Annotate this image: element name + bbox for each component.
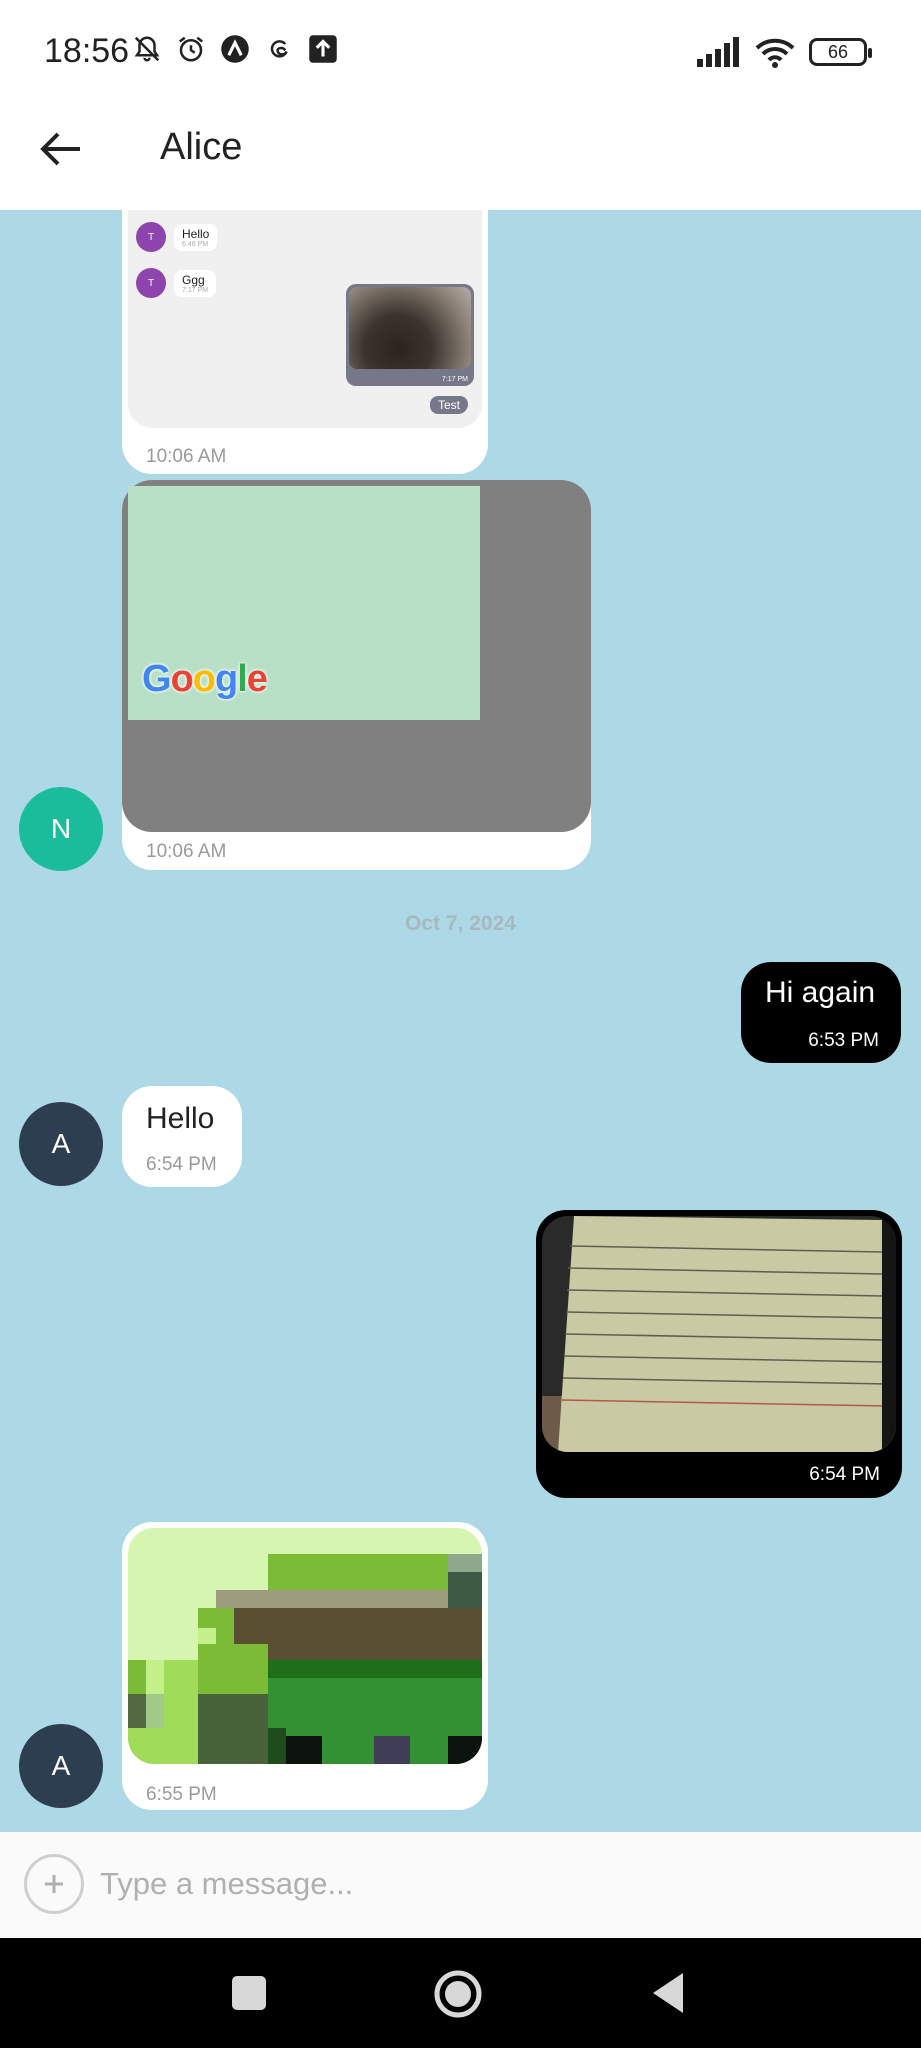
preview-test-tag: Test: [430, 396, 469, 414]
status-bar: 18:56 66: [0, 0, 921, 104]
preview-photo: [349, 287, 471, 369]
preview-avatar: T: [136, 222, 166, 252]
signal-icon: [697, 37, 739, 67]
message-text: Hello: [146, 1102, 215, 1135]
message-time: 10:06 AM: [146, 446, 227, 467]
message-time: 10:06 AM: [146, 841, 227, 862]
bell-off-icon: [130, 32, 164, 66]
pixel-art: [128, 1528, 482, 1764]
message-list[interactable]: T Hello 6:46 PM T Ggg 7:17 PM 7:17 PM Te…: [0, 210, 921, 1832]
status-system-icons: 66: [697, 36, 872, 68]
preview-row: T Ggg 7:17 PM: [136, 268, 217, 298]
google-logo: Google: [142, 658, 268, 700]
incoming-photo-message[interactable]: 6:55 PM: [122, 1522, 488, 1810]
screenshot-image: T Hello 6:46 PM T Ggg 7:17 PM 7:17 PM Te…: [128, 210, 482, 428]
back-button[interactable]: [644, 1968, 694, 2018]
preview-time: 7:17 PM: [182, 286, 209, 294]
message-time: 6:54 PM: [146, 1154, 217, 1175]
pixel-image: [128, 1528, 482, 1764]
chat-header: Alice: [0, 104, 921, 210]
message-time: 6:55 PM: [146, 1784, 217, 1805]
preview-photo-time: 7:17 PM: [441, 376, 468, 383]
status-time: 18:56: [44, 32, 130, 70]
system-navigation-bar: [0, 1938, 921, 2048]
add-attachment-button[interactable]: [24, 1854, 84, 1914]
square-icon: [232, 1976, 266, 2010]
map-image: Google: [122, 480, 591, 832]
map-tile: Google: [128, 486, 480, 720]
outgoing-photo-message[interactable]: 6:54 PM: [536, 1210, 902, 1498]
notepad-photo: [542, 1216, 896, 1452]
preview-text: Hello: [182, 226, 210, 241]
home-circle-icon: [434, 1970, 482, 2018]
preview-bubble: Ggg 7:17 PM: [174, 269, 217, 297]
message-time: 6:53 PM: [808, 1030, 879, 1051]
alarm-icon: [174, 32, 208, 66]
avatar[interactable]: N: [19, 787, 103, 871]
home-button[interactable]: [432, 1968, 484, 2020]
threads-icon: [262, 32, 296, 66]
back-arrow-icon[interactable]: [36, 124, 86, 174]
preview-text: Ggg: [182, 272, 205, 287]
recent-apps-button[interactable]: [224, 1968, 274, 2018]
upload-icon: [306, 32, 340, 66]
preview-bubble: Hello 6:46 PM: [174, 223, 218, 251]
screenshot-message[interactable]: T Hello 6:46 PM T Ggg 7:17 PM 7:17 PM Te…: [122, 210, 488, 474]
battery-indicator: 66: [809, 38, 872, 66]
avatar[interactable]: A: [19, 1102, 103, 1186]
message-input[interactable]: [100, 1856, 880, 1912]
date-separator: Oct 7, 2024: [405, 912, 516, 935]
message-composer: [0, 1832, 921, 1938]
message-photo: [542, 1216, 896, 1452]
incoming-message[interactable]: Hello 6:54 PM: [122, 1086, 242, 1187]
app-a-icon: [218, 32, 252, 66]
preview-photo-bubble: 7:17 PM: [346, 284, 474, 386]
status-notification-icons: [130, 32, 340, 66]
preview-avatar: T: [136, 268, 166, 298]
map-message[interactable]: Google 10:06 AM: [122, 480, 591, 870]
preview-row: T Hello 6:46 PM: [136, 222, 218, 252]
chat-title: Alice: [160, 126, 243, 168]
message-time: 6:54 PM: [809, 1464, 880, 1485]
message-text: Hi again: [765, 976, 876, 1009]
back-triangle-icon: [653, 1973, 683, 2013]
plus-icon: [45, 1875, 63, 1893]
preview-time: 6:46 PM: [182, 240, 209, 248]
wifi-icon: [755, 38, 795, 68]
outgoing-message[interactable]: Hi again 6:53 PM: [741, 962, 901, 1063]
avatar[interactable]: A: [19, 1724, 103, 1808]
